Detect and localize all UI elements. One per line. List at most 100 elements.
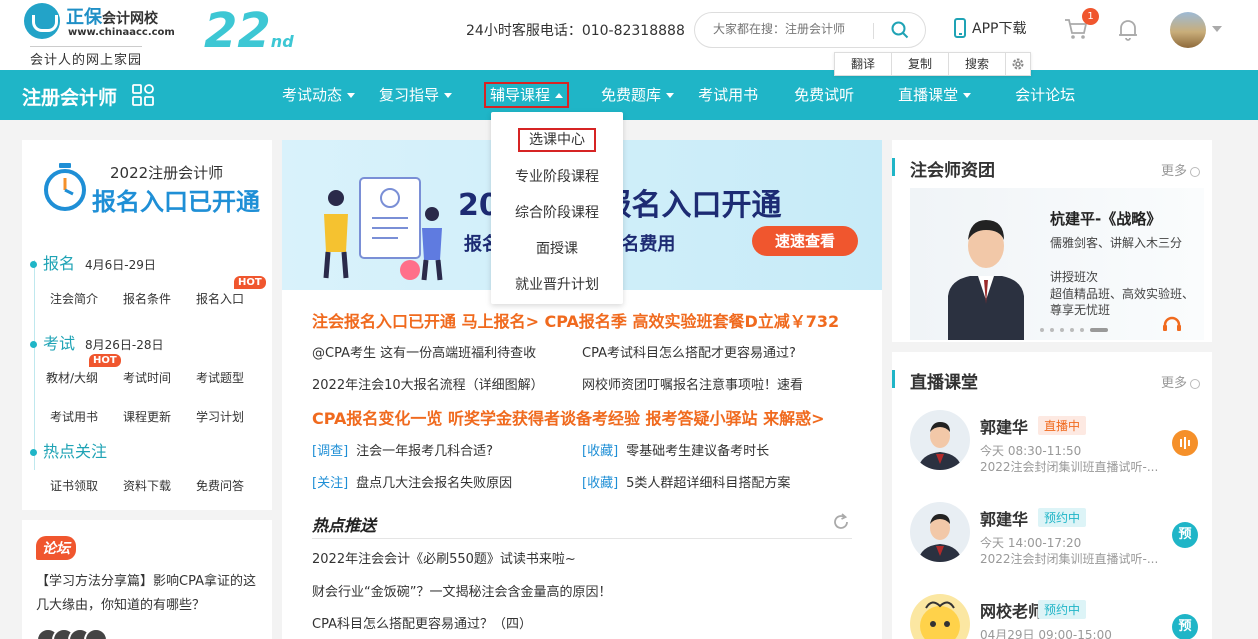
teacher-class-label: 讲授班次 [1050,270,1099,284]
app-download-label: APP下载 [972,21,1027,37]
nav-item-exam-news[interactable]: 考试动态 [270,70,367,120]
news-link[interactable]: 2022年注会10大报名流程（详细图解） [312,374,544,393]
news-link[interactable]: CPA考试科目怎么搭配才更容易通过? [582,342,796,361]
translate-button[interactable]: 翻译 [835,53,892,75]
live-item[interactable]: 郭建华 预约中 今天 14:00-17:20 2022注会封闭集训班直播试听-.… [910,502,1200,582]
search-icon[interactable] [891,21,909,39]
gear-icon[interactable] [1006,53,1030,75]
search-button[interactable]: 搜索 [949,53,1006,75]
headline-link[interactable]: 注会报名入口已开通 马上报名> CPA报名季 高效实验班套餐D立减￥732 [312,308,839,332]
chip-exam-time[interactable]: 考试时间 [123,369,171,386]
live-item[interactable]: 网校老师 预约中 04月29日 09:00-15:00 预 [910,594,1200,639]
search-divider [873,23,874,39]
chip-textbook[interactable]: 教材/大纲 [46,369,98,386]
banner-view-button[interactable]: 速速查看 [752,226,858,256]
reserve-button[interactable]: 预 [1172,614,1198,639]
forum-tag[interactable]: 论坛 [36,536,76,560]
more-link[interactable]: 更多 [1161,160,1200,179]
teacher-avatar [910,410,970,470]
live-title: 直播课堂 [910,373,978,393]
chip-downloads[interactable]: 资料下载 [123,477,171,494]
news-link[interactable]: @CPA考生 这有一份高端班福利待查收 [312,342,536,361]
selection-toolbar: 翻译 复制 搜索 [834,52,1031,76]
hot-list-item[interactable]: 财会行业“金饭碗”？一文揭秘注会含金量高的原因！ [312,581,611,600]
hot-list-item[interactable]: CPA科目怎么搭配更容易通过？（四） [312,613,532,632]
nav-item-free-trial[interactable]: 免费试听 [770,70,878,120]
chevron-down-icon [666,93,675,98]
chevron-up-icon [555,93,564,98]
live-teacher-name: 郭建华 [980,418,1029,437]
left-sidebar: 2022注册会计师 报名入口已开通 报名 4月6日-29日 注会简介 报名条件 报… [22,140,272,510]
chip-exam-books[interactable]: 考试用书 [50,408,98,425]
chip-certificate[interactable]: 证书领取 [50,477,98,494]
nav-item-exam-books[interactable]: 考试用书 [686,70,770,120]
more-link[interactable]: 更多 [1161,372,1200,391]
chip-study-plan[interactable]: 学习计划 [196,408,244,425]
site-logo[interactable]: 正保会计网校 www.chinaacc.com 会计人的网上家园 [22,3,175,68]
live-course-title: 2022注会封闭集训班直播试听-... [980,460,1159,474]
live-play-button[interactable] [1172,430,1198,456]
section-registration[interactable]: 报名 4月6日-29日 [30,250,156,274]
dropdown-item-face-to-face[interactable]: 面授课 [491,231,623,267]
hot-list-item[interactable]: 2022年注会会计《必刷550题》试读书来啦~ [312,548,576,567]
phone-icon [954,18,966,38]
chip-reg-conditions[interactable]: 报名条件 [123,290,171,307]
chevron-right-icon [1190,378,1200,389]
refresh-icon[interactable] [832,513,850,531]
hot-badge: HOT [234,276,266,289]
forum-post-link[interactable]: 【学习方法分享篇】影响CPA拿证的这几大缘由，你知道的有哪些？ [36,570,266,618]
hot-push-title: 热点推送 [312,516,377,535]
teacher-avatar [910,594,970,639]
logo-icon [24,3,60,39]
banner-illustration [323,177,443,281]
user-avatar[interactable] [1170,12,1206,48]
live-item[interactable]: 郭建华 直播中 今天 08:30-11:50 2022注会封闭集训班直播试听-.… [910,410,1200,490]
teacher-card[interactable]: 杭建平-《战略》 儒雅剑客、讲解入木三分 讲授班次 超值精品班、高效实验班、尊享… [910,188,1204,340]
news-link[interactable]: [收藏] 5类人群超详细科目搭配方案 [582,472,790,491]
dropdown-item-comprehensive[interactable]: 综合阶段课程 [491,195,623,231]
chip-reg-entry[interactable]: 报名入口 [196,290,244,307]
app-download-link[interactable]: APP下载 [954,18,1026,38]
dropdown-item-professional[interactable]: 专业阶段课程 [491,159,623,195]
section-exam[interactable]: 考试 8月26日-28日 [30,330,164,354]
chevron-down-icon[interactable] [1212,26,1222,32]
copy-button[interactable]: 复制 [892,53,949,75]
news-link[interactable]: [调查] 注会一年报考几科合适? [312,440,493,459]
live-status-badge: 直播中 [1038,416,1087,435]
search-input[interactable] [713,22,873,36]
headline-link[interactable]: CPA报名变化一览 听奖学金获得者谈备考经验 报考答疑小驿站 来解惑> [312,405,825,429]
hotline-text: 24小时客服电话：010-82318888 [466,23,685,39]
registration-banner[interactable]: 2022注册会计师 报名入口已开通 [42,158,262,218]
nav-item-live-class[interactable]: 直播课堂 [878,70,991,120]
campaign-logo: 22nd [204,3,294,59]
bell-icon[interactable] [1116,17,1140,41]
grid-menu-icon[interactable] [132,84,154,106]
live-teacher-name: 郭建华 [980,510,1029,529]
registration-year: 2022注册会计师 [110,164,224,182]
teacher-avatar [910,502,970,562]
dropdown-item-course-center[interactable]: 选课中心 [491,125,623,159]
nav-items: 考试动态 复习指导 辅导课程 免费题库 考试用书 免费试听 直播课堂 会计论坛 [270,70,1099,120]
live-time: 今天 08:30-11:50 [980,444,1082,458]
nav-brand-title[interactable]: 注册会计师 [22,83,117,110]
main-nav: 注册会计师 考试动态 复习指导 辅导课程 免费题库 考试用书 免费试听 直播课堂 会计论坛 [0,70,1258,120]
headset-icon[interactable] [1162,316,1182,332]
nav-item-review-guide[interactable]: 复习指导 [367,70,464,120]
nav-item-accounting-forum[interactable]: 会计论坛 [991,70,1099,120]
chip-free-qa[interactable]: 免费问答 [196,477,244,494]
news-link[interactable]: [关注] 盘点几大注会报名失败原因 [312,472,512,491]
chip-exam-types[interactable]: 考试题型 [196,369,244,386]
section-hot-topics[interactable]: 热点关注 [30,438,107,462]
news-link[interactable]: 网校师资团叮嘱报名注意事项啦！速看 [582,374,803,393]
search-box[interactable] [694,12,926,48]
live-status-badge: 预约中 [1038,600,1087,619]
chip-course-update[interactable]: 课程更新 [123,408,171,425]
chip-cpa-intro[interactable]: 注会简介 [50,290,98,307]
reserve-button[interactable]: 预 [1172,522,1198,548]
news-link[interactable]: [收藏] 零基础考生建议备考时长 [582,440,769,459]
carousel-dots[interactable] [1040,328,1108,332]
panel-accent [892,370,895,388]
right-sidebar: 注会师资团 更多 杭建平-《战略》 儒雅剑客、讲解入木三分 讲授班次 超值精品班… [892,140,1212,639]
dropdown-item-career-plan[interactable]: 就业晋升计划 [491,267,623,303]
logo-brand: 正保会计网校 [66,7,158,28]
